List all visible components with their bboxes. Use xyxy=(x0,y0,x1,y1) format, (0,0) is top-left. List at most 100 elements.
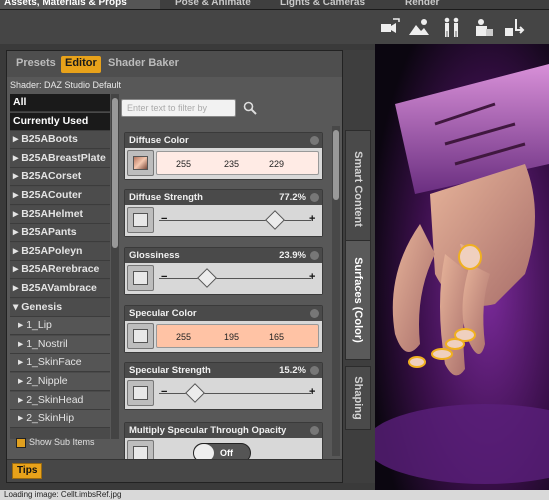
color-channel-value: 165 xyxy=(269,332,285,342)
texture-thumbnail-icon xyxy=(133,213,148,227)
property-value: 15.2% xyxy=(279,365,306,376)
property-name: Multiply Specular Through Opacity xyxy=(129,425,287,436)
decrement-icon[interactable]: − xyxy=(161,386,167,398)
property-scrollbar[interactable] xyxy=(332,126,340,456)
increment-icon[interactable]: + xyxy=(309,271,315,283)
category-item[interactable]: ▸ 2_SkinHip xyxy=(10,410,110,429)
gear-icon[interactable] xyxy=(310,426,319,435)
slider-track[interactable] xyxy=(159,220,311,221)
property-body: − + xyxy=(125,378,322,409)
property-scroll-thumb[interactable] xyxy=(333,130,339,200)
property-body: − + xyxy=(125,205,322,236)
tab-smart-content-label: Smart Content xyxy=(352,151,364,227)
tab-shaping-label: Shaping xyxy=(352,376,364,420)
category-item[interactable]: ▾ Genesis xyxy=(10,298,110,317)
property-header: Diffuse Color xyxy=(125,133,322,148)
tips-button[interactable]: Tips xyxy=(12,463,43,479)
category-item[interactable]: ▸ B25AVambrace xyxy=(10,280,110,298)
tab-pose-animate[interactable]: Pose & Animate xyxy=(175,0,265,9)
gear-icon[interactable] xyxy=(310,251,319,260)
category-item[interactable]: ▸ 2_SkinHead xyxy=(10,391,110,410)
property-body: 255 195 165 xyxy=(125,321,322,352)
color-field[interactable]: 255 235 229 xyxy=(156,151,319,175)
increment-icon[interactable]: + xyxy=(309,386,315,398)
property-value: 23.9% xyxy=(279,250,306,261)
category-item[interactable]: ▸ B25APants xyxy=(10,224,110,243)
tab-smart-content[interactable]: Smart Content xyxy=(345,130,371,248)
category-item[interactable]: ▸ 2_Nipple xyxy=(10,373,110,391)
property-list: Diffuse Color 255 235 229 Diffuse Strength 77… xyxy=(124,124,331,470)
rendered-hand-scene xyxy=(375,44,549,490)
property-diffuse-color: Diffuse Color 255 235 229 xyxy=(124,132,323,180)
map-button[interactable] xyxy=(127,380,154,406)
property-glossiness: Glossiness 23.9% − + xyxy=(124,247,323,295)
map-button[interactable] xyxy=(127,207,154,233)
increment-icon[interactable]: + xyxy=(309,213,315,225)
category-item[interactable]: All xyxy=(10,94,110,112)
toolbar xyxy=(0,10,549,44)
gear-icon[interactable] xyxy=(310,309,319,318)
property-name: Specular Strength xyxy=(129,365,211,376)
category-item[interactable]: ▸ B25ARerebrace xyxy=(10,261,110,280)
category-item[interactable]: Currently Used xyxy=(10,112,110,131)
color-channel-value: 255 xyxy=(176,332,192,342)
category-item[interactable]: ▸ 1_Lip xyxy=(10,317,110,336)
decrement-icon[interactable]: − xyxy=(161,213,167,225)
filter-input[interactable]: Enter text to filter by xyxy=(121,99,236,117)
color-field[interactable]: 255 195 165 xyxy=(156,324,319,348)
tab-shaping[interactable]: Shaping xyxy=(345,366,371,430)
decrement-icon[interactable]: − xyxy=(161,271,167,283)
property-name: Diffuse Strength xyxy=(129,192,203,203)
color-channel-value: 255 xyxy=(176,159,192,169)
gear-icon[interactable] xyxy=(310,193,319,202)
gear-icon[interactable] xyxy=(310,136,319,145)
viewport-3d[interactable] xyxy=(375,44,549,490)
toggle-label: Off xyxy=(220,448,233,458)
property-name: Glossiness xyxy=(129,250,180,261)
slider-thumb[interactable] xyxy=(185,383,206,403)
gear-icon[interactable] xyxy=(310,366,319,375)
property-name: Specular Color xyxy=(129,308,197,319)
category-item[interactable]: ▸ B25ACouter xyxy=(10,187,110,205)
texture-thumbnail-icon xyxy=(133,329,148,343)
property-value: 77.2% xyxy=(279,192,306,203)
transfer-icon[interactable] xyxy=(503,16,525,38)
category-item[interactable]: ▸ 1_Nostril xyxy=(10,335,110,354)
checkbox-icon[interactable] xyxy=(16,437,26,448)
landscape-icon[interactable] xyxy=(408,16,430,38)
main-tab-strip: Assets, Materials & Props Pose & Animate… xyxy=(0,0,549,10)
map-button[interactable] xyxy=(127,265,154,291)
property-specular-color: Specular Color 255 195 165 xyxy=(124,305,323,353)
category-item[interactable]: ▸ B25APoleyn xyxy=(10,242,110,261)
tab-surfaces-color-label: Surfaces (Color) xyxy=(352,257,364,343)
slider-thumb[interactable] xyxy=(264,210,285,230)
property-body: − + xyxy=(125,263,322,294)
slider-thumb[interactable] xyxy=(196,268,217,288)
slider-track[interactable] xyxy=(159,278,311,279)
show-sub-items-checkbox[interactable]: Show Sub Items xyxy=(16,437,95,448)
category-scroll-thumb[interactable] xyxy=(112,98,118,248)
surfaces-panel: Presets Editor Shader Baker Shader: DAZ … xyxy=(6,50,359,483)
tab-render[interactable]: Render xyxy=(405,0,465,9)
tab-lights-cameras[interactable]: Lights & Cameras xyxy=(280,0,385,9)
category-item[interactable]: ▸ B25ACorset xyxy=(10,168,110,187)
category-scrollbar[interactable] xyxy=(111,94,119,439)
category-item[interactable]: ▸ 1_SkinFace xyxy=(10,354,110,373)
figures-icon[interactable] xyxy=(441,16,463,38)
map-button[interactable] xyxy=(127,323,154,349)
tab-shader-baker[interactable]: Shader Baker xyxy=(104,56,183,73)
tab-surfaces-color[interactable]: Surfaces (Color) xyxy=(345,240,371,360)
category-item[interactable]: ▸ B25AHelmet xyxy=(10,205,110,224)
scene-object-icon[interactable] xyxy=(472,16,494,38)
map-button[interactable] xyxy=(127,150,154,176)
slider-track[interactable] xyxy=(159,393,311,394)
tab-assets-materials-props[interactable]: Assets, Materials & Props xyxy=(0,0,160,9)
camera-pen-icon[interactable] xyxy=(379,16,401,38)
property-header: Specular Color xyxy=(125,306,322,321)
search-icon[interactable] xyxy=(243,101,257,115)
color-channel-value: 229 xyxy=(269,159,285,169)
category-item[interactable]: ▸ B25ABoots xyxy=(10,131,110,150)
tab-presets[interactable]: Presets xyxy=(12,56,60,73)
category-item[interactable]: ▸ B25ABreastPlate xyxy=(10,149,110,168)
tab-editor[interactable]: Editor xyxy=(61,56,101,73)
